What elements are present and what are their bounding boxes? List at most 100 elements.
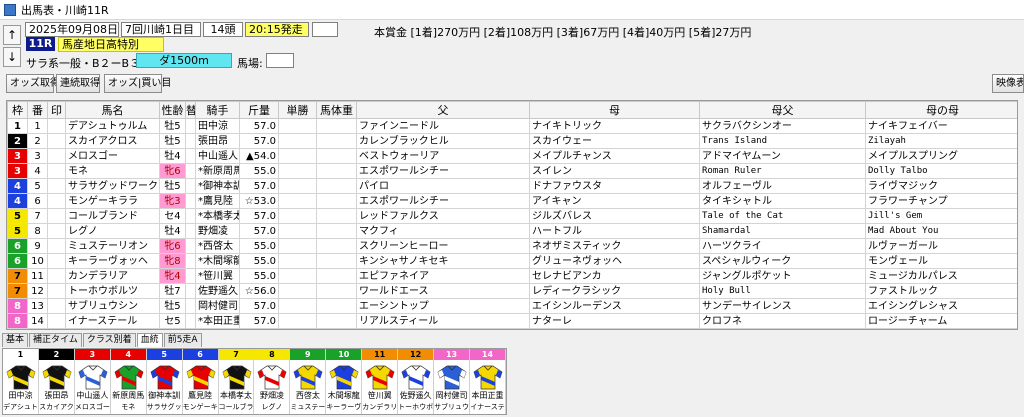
bottom-tab[interactable]: 血統 <box>136 333 163 347</box>
cell-sexage: 牡5 <box>159 178 186 194</box>
cell-dam: スカイウェー <box>529 133 700 149</box>
silk-number: 8 <box>254 349 290 360</box>
silk-card[interactable]: 9 西啓太 ミュステー <box>290 349 327 414</box>
cell-sexage: セ4 <box>159 208 186 224</box>
prev-race-arrow-icon[interactable]: ↑ <box>3 25 21 45</box>
column-header[interactable]: 替 <box>185 101 196 119</box>
cell-change <box>185 253 196 269</box>
header-row: 枠番印馬名性齢替騎手斤量単勝馬体重父母母父母の母 <box>7 101 1017 119</box>
column-header[interactable]: 斤量 <box>239 101 279 119</box>
silk-card[interactable]: 1 田中涼 デアシュト <box>3 349 39 414</box>
silk-card[interactable]: 11 笹川翼 カンデラリ <box>362 349 399 414</box>
silk-card[interactable]: 3 中山遥人 メロスゴー <box>74 349 111 414</box>
cell-waku: 7 <box>7 268 28 284</box>
column-header[interactable]: 母父 <box>699 101 866 119</box>
jockey-silk-icon <box>437 365 467 390</box>
cell-change <box>185 193 196 209</box>
table-row[interactable]: 3 4 モネ 牝6 *新原周馬 55.0 エスポワールシチー スイレン Roman Ruler D… <box>7 163 1017 179</box>
silk-card[interactable]: 10 木間塚龍 キーラーヴ <box>326 349 363 414</box>
silk-jockey-name: 木間塚龍 <box>327 391 360 400</box>
field-size: 14頭 <box>203 22 243 37</box>
column-header[interactable]: 騎手 <box>195 101 240 119</box>
date-field[interactable]: 2025年09月08日(月) <box>25 22 119 37</box>
column-header[interactable]: 馬名 <box>65 101 160 119</box>
bottom-tab[interactable]: 補正タイム <box>29 333 82 347</box>
cell-dam: ネオザミスティック <box>529 238 700 254</box>
table-row[interactable]: 1 1 デアシュトゥルム 牡5 田中涼 57.0 ファインニードル ナイキトリック サクラバクシ… <box>7 118 1017 134</box>
table-row[interactable]: 3 3 メロスゴー 牡4 中山遥人 ▲54.0 ベストウォーリア メイプルチャンス アドマイヤム… <box>7 148 1017 164</box>
silk-number: 14 <box>469 349 505 360</box>
table-row[interactable]: 4 5 サラサグッドワーク 牡5 *御神本訓 57.0 パイロ ドナファウスタ オルフェーヴルラ… <box>7 178 1017 194</box>
table-row[interactable]: 5 8 レグノ 牡4 野畑凌 57.0 マクフィ ハートフル Shamardal Mad Abou… <box>7 223 1017 239</box>
table-row[interactable]: 8 13 サブリュウシン 牡5 岡村健司 57.0 エーシントップ エイシンルーデンス サンデー… <box>7 298 1017 314</box>
cell-waku: 8 <box>7 313 28 329</box>
silk-jockey-name: 笹川翼 <box>367 391 392 400</box>
cell-waku: 8 <box>7 298 28 314</box>
video-button[interactable]: 映像表 <box>992 74 1024 93</box>
column-header[interactable]: 父 <box>356 101 530 119</box>
cell-sexage: 牝6 <box>159 238 186 254</box>
table-row[interactable]: 7 11 カンデラリア 牝4 *笹川翼 55.0 エピファネイア セレナビアンカ ジャングルポケ… <box>7 268 1017 284</box>
silk-jockey-name: 岡村健司 <box>435 391 468 400</box>
cell-sexage: セ5 <box>159 313 186 329</box>
table-row[interactable]: 7 12 トーホウボルツ 牡7 佐野遥久 ☆56.0 ワールドエース レディークラシック Hol… <box>7 283 1017 299</box>
silk-card[interactable]: 8 野畑凌 レグノ <box>254 349 291 414</box>
cell-jockey: *本橋孝太 <box>195 208 240 224</box>
cell-damdam: Jill's Gem <box>865 208 1017 224</box>
cell-sexage: 牝4 <box>159 268 186 284</box>
cell-mark <box>47 283 66 299</box>
cell-mark <box>47 148 66 164</box>
race-number-badge: 11R <box>26 37 55 51</box>
cell-waku: 4 <box>7 178 28 194</box>
column-header[interactable]: 馬体重 <box>316 101 357 119</box>
cell-damdam: ナイキフェイバー <box>865 118 1017 134</box>
column-header[interactable]: 母 <box>529 101 700 119</box>
bottom-tab[interactable]: 基本 <box>2 333 29 347</box>
cell-sire: カレンブラックヒル <box>356 133 530 149</box>
column-header[interactable]: 性齢 <box>159 101 186 119</box>
table-row[interactable]: 6 10 キーラーヴォッヘ 牝8 *木間塚龍 55.0 キンシャサノキセキ グリューネヴォッヘ… <box>7 253 1017 269</box>
silk-card[interactable]: 7 本橋孝太 コールブラ <box>218 349 255 414</box>
bottom-tab[interactable]: 前5走A <box>163 333 202 347</box>
meeting-field[interactable]: 7回川崎1日目 <box>121 22 201 37</box>
column-header[interactable]: 番 <box>27 101 48 119</box>
cell-odds <box>278 283 317 299</box>
table-row[interactable]: 2 2 スカイアクロス 牡5 張田昂 57.0 カレンブラックヒル スカイウェー Trans I… <box>7 133 1017 149</box>
cell-no: 6 <box>27 193 48 209</box>
track-condition-field[interactable] <box>266 53 294 68</box>
silk-card[interactable]: 2 張田昂 スカイアク <box>38 349 75 414</box>
silk-card[interactable]: 13 岡村健司 サブリュウ <box>434 349 470 414</box>
cell-odds <box>278 268 317 284</box>
odds-fetch-button[interactable]: オッズ取得 <box>6 74 60 93</box>
cell-damsire: ジャングルポケット <box>699 268 866 284</box>
cell-damsire: サクラバクシンオー <box>699 118 866 134</box>
table-row[interactable]: 6 9 ミュステーリオン 牝6 *西啓太 55.0 スクリーンヒーロー ネオザミスティック ハー… <box>7 238 1017 254</box>
cell-damdam: Dolly Talbo <box>865 163 1017 179</box>
cell-sire: エスポワールシチー <box>356 193 530 209</box>
silk-card[interactable]: 5 御神本訓 サラサグッ <box>146 349 183 414</box>
column-header[interactable]: 枠 <box>7 101 28 119</box>
silk-card[interactable]: 14 本田正重 イナーステ <box>469 349 506 414</box>
next-race-arrow-icon[interactable]: ↓ <box>3 47 21 67</box>
column-header[interactable]: 単勝 <box>278 101 317 119</box>
cell-change <box>185 178 196 194</box>
table-row[interactable]: 8 14 イナーステール セ5 *本田正重 57.0 リアルスティール ナターレ クロフネ ロージ… <box>7 313 1017 329</box>
blank-field[interactable] <box>312 22 338 37</box>
jockey-silk-icon <box>42 365 72 390</box>
cell-damdam: フラワーチャンプ <box>865 193 1017 209</box>
column-header[interactable]: 母の母 <box>865 101 1017 119</box>
column-header[interactable]: 印 <box>47 101 66 119</box>
bottom-tab[interactable]: クラス別着 <box>82 333 136 347</box>
race-header: ↑ ↓ 2025年09月08日(月) 7回川崎1日目 14頭 20:15発走 1… <box>0 20 1024 70</box>
continuous-fetch-button[interactable]: 連続取得 <box>56 74 100 93</box>
cell-mark <box>47 118 66 134</box>
silk-card[interactable]: 4 新原周馬 モネ <box>110 349 147 414</box>
odds-bet-button[interactable]: オッズ|買い目 <box>104 74 171 93</box>
silk-card[interactable]: 6 鷹見陸 モンゲーキ <box>182 349 219 414</box>
table-row[interactable]: 4 6 モンゲーキララ 牝3 *鷹見陸 ☆53.0 エスポワールシチー アイキャン タイキシャト… <box>7 193 1017 209</box>
cell-waku: 1 <box>7 118 28 134</box>
silk-card[interactable]: 12 佐野遥久 トーホウボ <box>398 349 435 414</box>
table-row[interactable]: 5 7 コールブランド セ4 *本橋孝太 57.0 レッドファルクス ジルズバレス Tale o… <box>7 208 1017 224</box>
cell-odds <box>278 178 317 194</box>
cell-sire: ワールドエース <box>356 283 530 299</box>
